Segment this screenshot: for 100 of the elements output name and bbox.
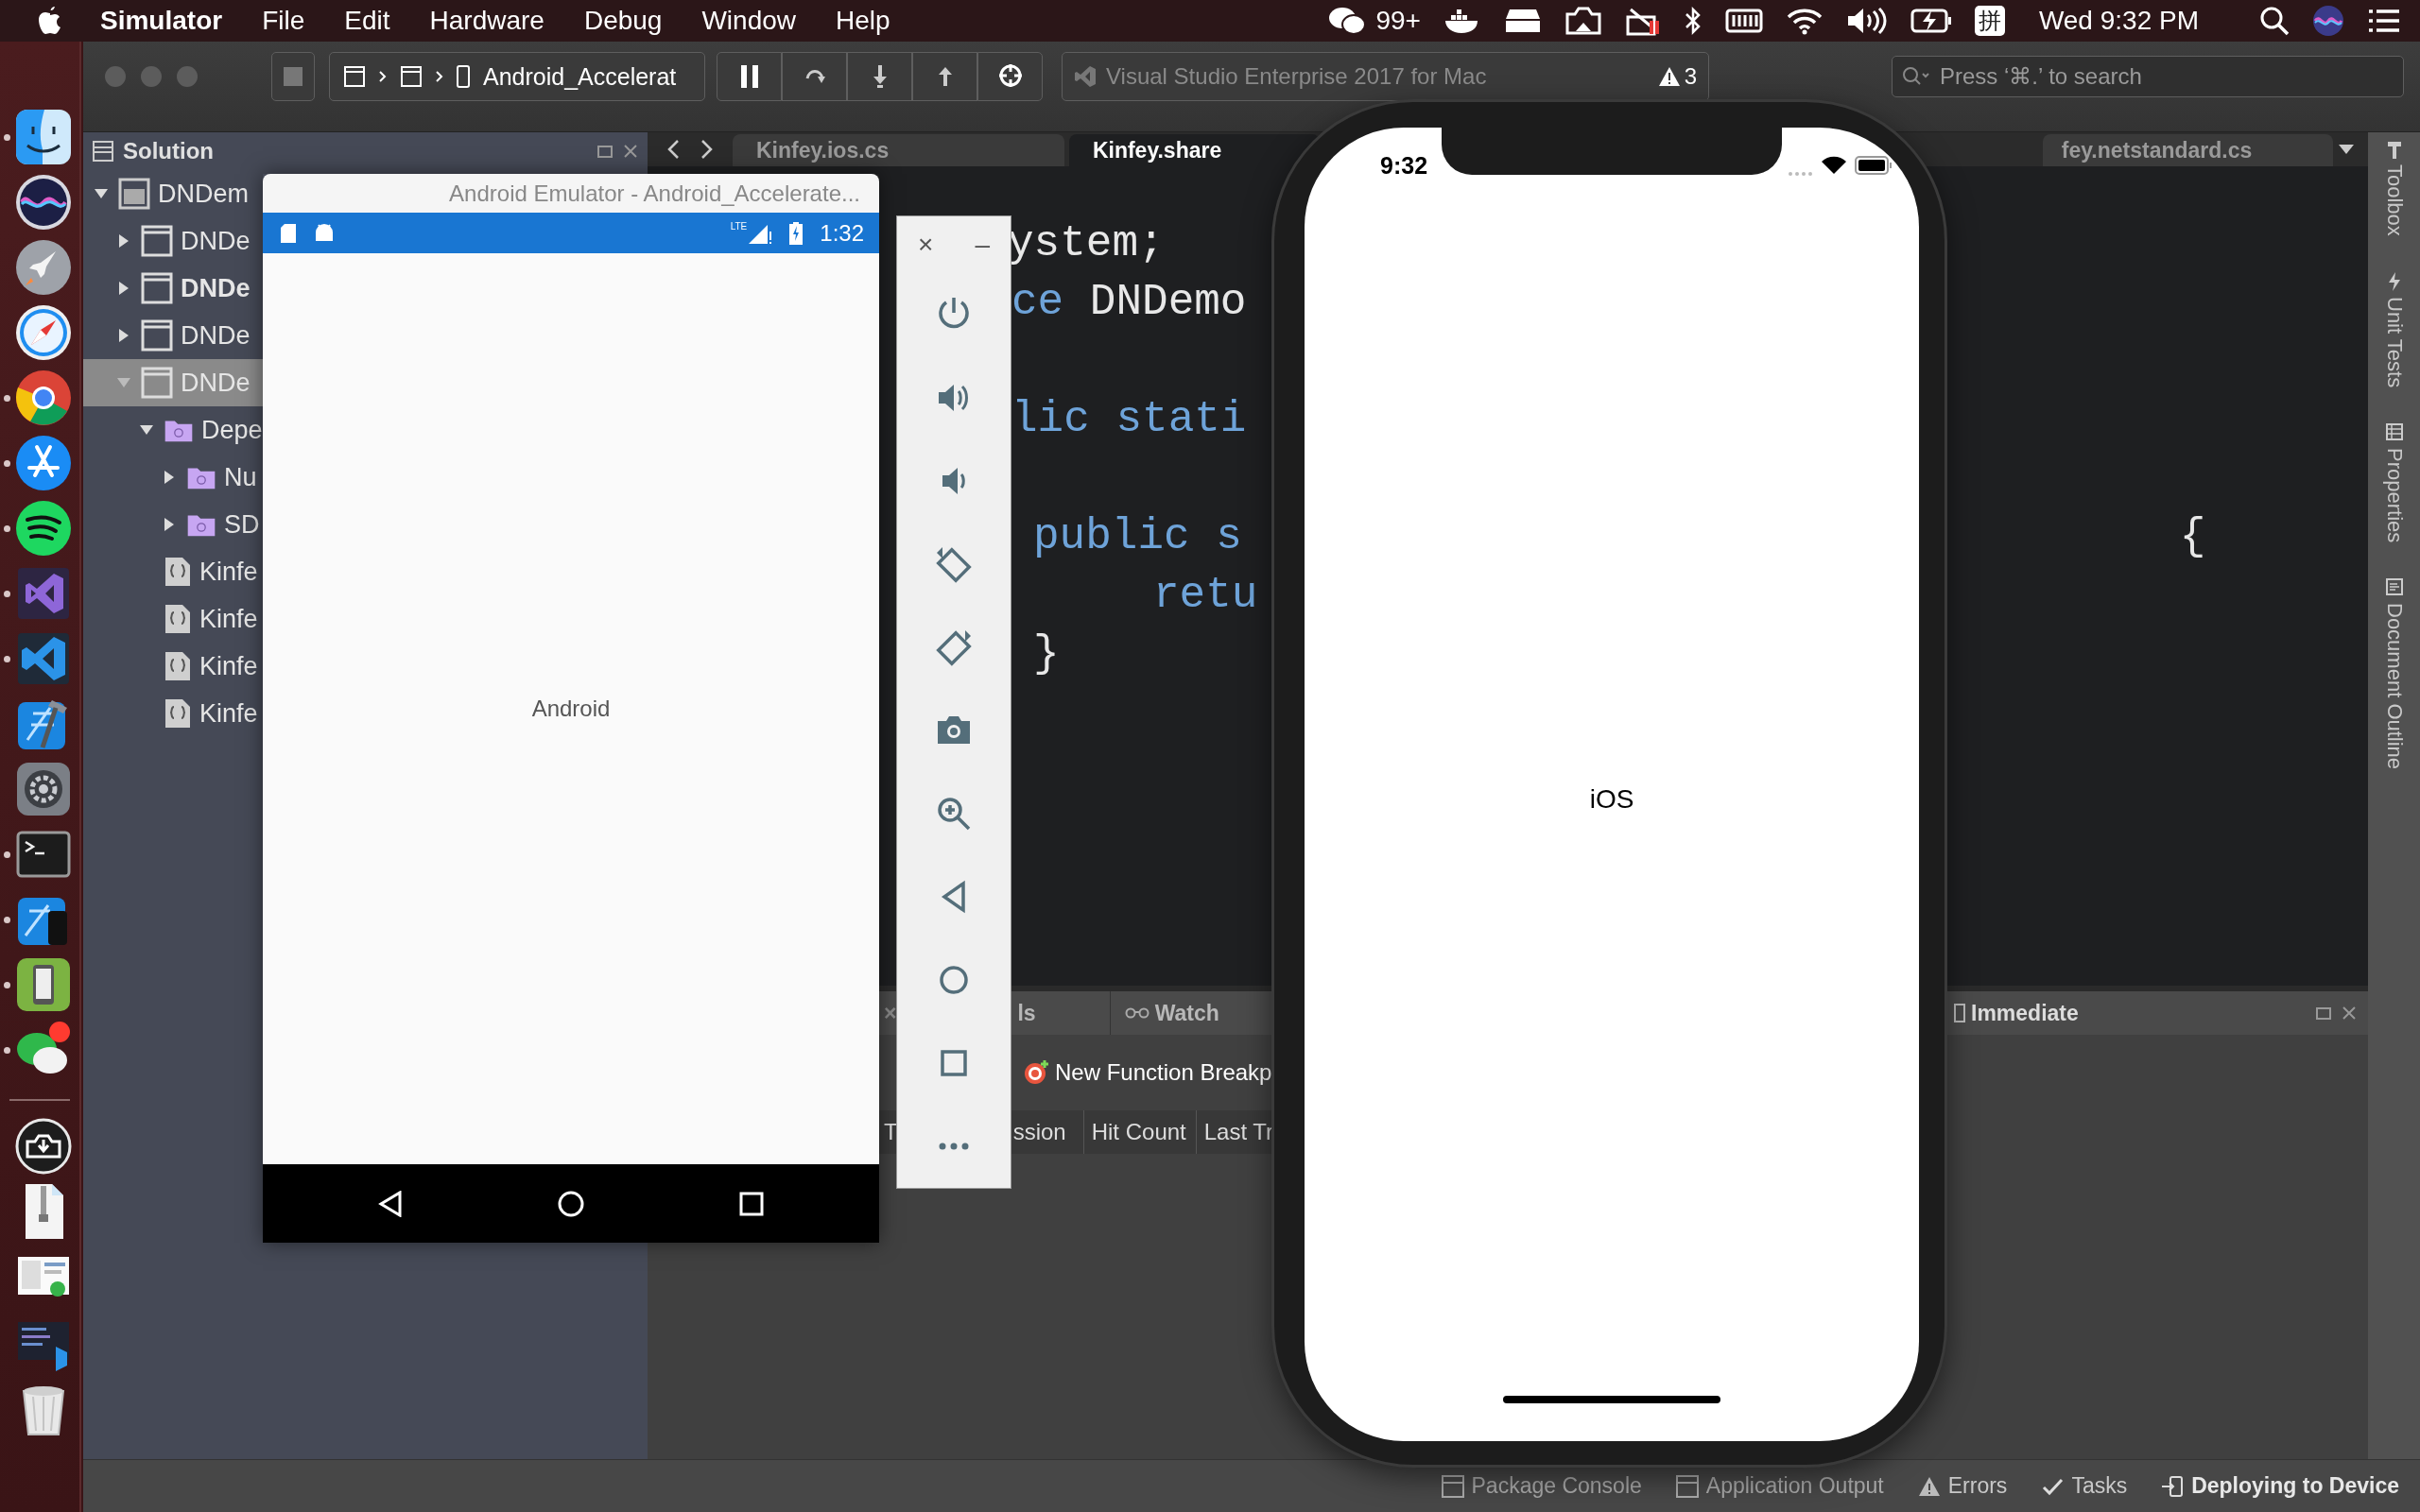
app-icon[interactable] bbox=[14, 173, 73, 232]
menu-item[interactable]: Debug bbox=[583, 6, 663, 36]
search-field[interactable]: Press ‘⌘.’ to search bbox=[1938, 62, 2358, 91]
code-text: public s bbox=[1033, 511, 1242, 563]
status-item[interactable]: Tasks bbox=[2041, 1473, 2128, 1499]
logo-icon bbox=[1074, 65, 1097, 88]
search-icon bbox=[1902, 66, 1930, 87]
side-tab[interactable]: Toolbox bbox=[2381, 138, 2407, 236]
pad-tab[interactable]: Watch bbox=[1124, 1000, 1219, 1026]
code-text: } bbox=[1033, 628, 1060, 680]
forward-icon[interactable] bbox=[700, 139, 714, 160]
rotate-left-icon[interactable] bbox=[935, 545, 973, 583]
status-item[interactable]: Errors bbox=[1917, 1473, 2008, 1499]
app-icon[interactable] bbox=[14, 238, 73, 297]
zoom-icon[interactable] bbox=[935, 795, 973, 833]
tree-item[interactable]: DNDem bbox=[83, 170, 263, 217]
close-button[interactable]: × bbox=[918, 230, 934, 260]
editor-tab[interactable]: Kinfey.ios.cs bbox=[733, 134, 1064, 166]
target-icon bbox=[1023, 1059, 1049, 1086]
rotate-right-icon[interactable] bbox=[935, 628, 973, 666]
pause-button[interactable] bbox=[717, 52, 782, 101]
search-icon[interactable] bbox=[2259, 6, 2290, 36]
menu-clock[interactable]: Wed 9:32 PM bbox=[2038, 6, 2199, 36]
tree-item[interactable]: Kinfe bbox=[83, 548, 263, 595]
app-icon[interactable] bbox=[14, 303, 73, 362]
tree-item[interactable]: SD bbox=[83, 501, 263, 548]
column-header[interactable]: T bbox=[884, 1119, 898, 1145]
side-tab[interactable]: Unit Tests bbox=[2381, 269, 2407, 388]
side-tab[interactable]: Document Outline bbox=[2381, 576, 2407, 770]
bluetooth-icon[interactable] bbox=[1683, 6, 1703, 36]
editor-tab[interactable]: fey.netstandard.cs bbox=[2042, 134, 2333, 166]
home-icon[interactable] bbox=[557, 1189, 585, 1218]
status-item[interactable]: Application Output bbox=[1675, 1473, 1884, 1499]
orb-icon[interactable] bbox=[2312, 5, 2344, 37]
new-function-breakpoint-button[interactable]: New Function Breakp bbox=[1023, 1059, 1272, 1086]
search-box[interactable]: Press ‘⌘.’ to search bbox=[1892, 56, 2404, 97]
tree-item[interactable]: DNDe bbox=[83, 265, 263, 312]
running-indicator bbox=[4, 133, 10, 141]
code-text: ystem; bbox=[1008, 218, 1165, 270]
column-header[interactable]: ssion bbox=[1012, 1119, 1066, 1145]
back-icon[interactable] bbox=[666, 139, 680, 160]
tree-item[interactable]: Kinfe bbox=[83, 690, 263, 737]
step-into-button[interactable] bbox=[847, 52, 912, 101]
status-time: 9:32 bbox=[1380, 151, 1428, 180]
menu-item[interactable]: File bbox=[262, 6, 305, 36]
tree-item[interactable]: Nu bbox=[83, 454, 263, 501]
app-icon[interactable] bbox=[14, 434, 73, 492]
app-icon[interactable] bbox=[14, 760, 73, 818]
dropdown-icon[interactable] bbox=[2338, 144, 2355, 155]
app-icon[interactable] bbox=[14, 108, 73, 166]
stop-icon bbox=[284, 67, 302, 86]
stack-icon[interactable] bbox=[1503, 8, 1542, 34]
pad-tab[interactable]: ls bbox=[1017, 1000, 1036, 1026]
meter-icon[interactable] bbox=[1724, 8, 1763, 34]
window-icon bbox=[343, 65, 366, 88]
battery-icon[interactable] bbox=[1910, 8, 1952, 34]
app-icon[interactable] bbox=[14, 1117, 73, 1176]
menu-item[interactable]: Edit bbox=[344, 6, 390, 36]
step-out-button[interactable] bbox=[912, 52, 977, 101]
display-icon[interactable] bbox=[1564, 7, 1602, 35]
close-icon[interactable] bbox=[2342, 1005, 2357, 1021]
column-header[interactable]: Last Tr bbox=[1203, 1119, 1274, 1145]
project-icon bbox=[141, 272, 173, 304]
warning-count[interactable]: 3 bbox=[1684, 63, 1697, 90]
volume-icon[interactable] bbox=[1845, 7, 1888, 35]
crosshair-icon bbox=[998, 63, 1022, 90]
status-item[interactable]: Deploying to Device bbox=[2161, 1473, 2399, 1499]
debugger-button[interactable] bbox=[977, 52, 1043, 101]
maximize-icon[interactable] bbox=[596, 143, 614, 160]
overview-icon[interactable] bbox=[739, 1191, 765, 1216]
side-tab[interactable]: Properties bbox=[2381, 421, 2407, 543]
menu-item[interactable]: Hardware bbox=[429, 6, 544, 36]
wifi-icon[interactable] bbox=[1785, 7, 1824, 35]
column-header[interactable]: Hit Count bbox=[1091, 1119, 1186, 1145]
maximize-icon[interactable] bbox=[2315, 1005, 2332, 1022]
close-icon[interactable] bbox=[623, 144, 638, 159]
menu-item[interactable]: Help bbox=[836, 6, 890, 36]
tree-item[interactable]: DNDe bbox=[83, 217, 263, 265]
stop-button[interactable] bbox=[271, 52, 315, 101]
chat-icon[interactable] bbox=[1328, 6, 1367, 36]
minimize-button[interactable]: – bbox=[975, 230, 990, 260]
app-icon[interactable] bbox=[14, 499, 73, 558]
status-item[interactable]: Package Console bbox=[1441, 1473, 1642, 1499]
step-over-button[interactable] bbox=[782, 52, 847, 101]
input-method-indicator[interactable]: 拼 bbox=[1974, 6, 2005, 36]
running-indicator bbox=[4, 981, 10, 988]
app-icon[interactable] bbox=[14, 955, 73, 1014]
tree-item[interactable]: Depe bbox=[83, 406, 263, 454]
menu-item[interactable]: Window bbox=[701, 6, 796, 36]
app-icon[interactable] bbox=[14, 369, 73, 427]
run-configuration-selector[interactable]: Android_Accelerat bbox=[329, 52, 705, 101]
notification-count: 99+ bbox=[1375, 6, 1421, 36]
tree-item[interactable]: Kinfe bbox=[83, 595, 263, 643]
list-icon[interactable] bbox=[2367, 8, 2401, 34]
tree-item[interactable]: Kinfe bbox=[83, 643, 263, 690]
tree-item[interactable]: DNDe bbox=[83, 312, 263, 359]
editor-tab[interactable]: Kinfey.share bbox=[1068, 134, 1320, 166]
status-text: Visual Studio Enterprise 2017 for Mac bbox=[1106, 63, 1487, 90]
running-indicator bbox=[4, 524, 10, 532]
app-menu[interactable]: Simulator bbox=[100, 6, 223, 36]
